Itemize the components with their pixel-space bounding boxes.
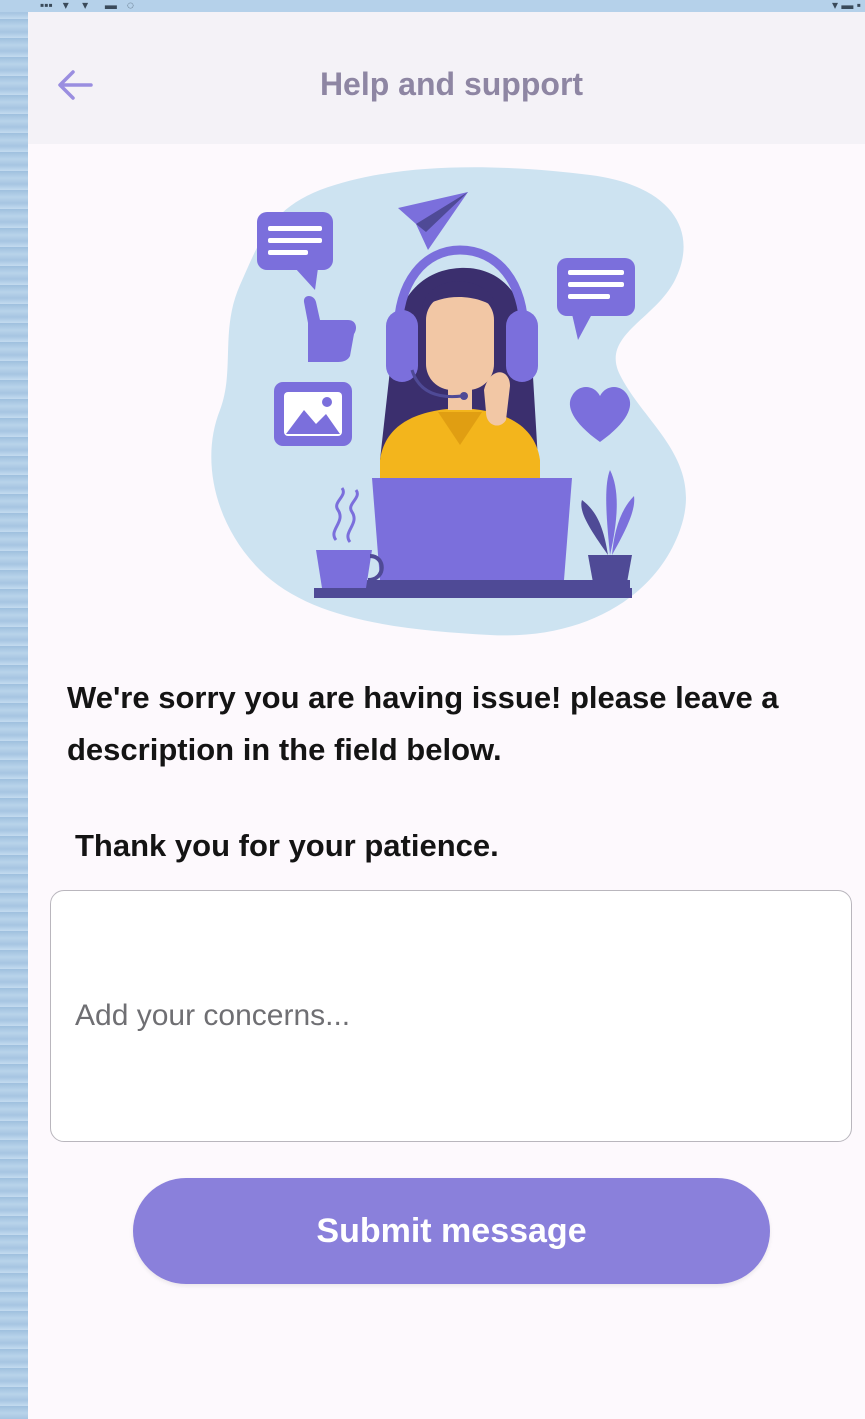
status-bar: ▪▪▪ ▾ ▾ ▬ ◌ ▾ ▬ ▪ [0, 0, 865, 12]
concerns-input[interactable] [51, 891, 851, 1141]
image-icon [274, 382, 352, 446]
status-bar-left-icons: ▪▪▪ ▾ ▾ ▬ ◌ [40, 0, 134, 10]
concerns-field[interactable] [50, 890, 852, 1142]
app-bar: Help and support [28, 12, 865, 144]
background-edge [0, 0, 28, 1419]
submit-message-button[interactable]: Submit message [133, 1178, 770, 1284]
app-screen: Help and support We're sorry you are hav… [28, 12, 865, 1419]
customer-support-illustration [200, 160, 720, 650]
support-message: We're sorry you are having issue! please… [67, 680, 779, 767]
page-title: Help and support [319, 66, 584, 102]
thank-you-message: Thank you for your patience. [75, 828, 499, 863]
status-bar-right-icons: ▾ ▬ ▪ [832, 0, 861, 10]
